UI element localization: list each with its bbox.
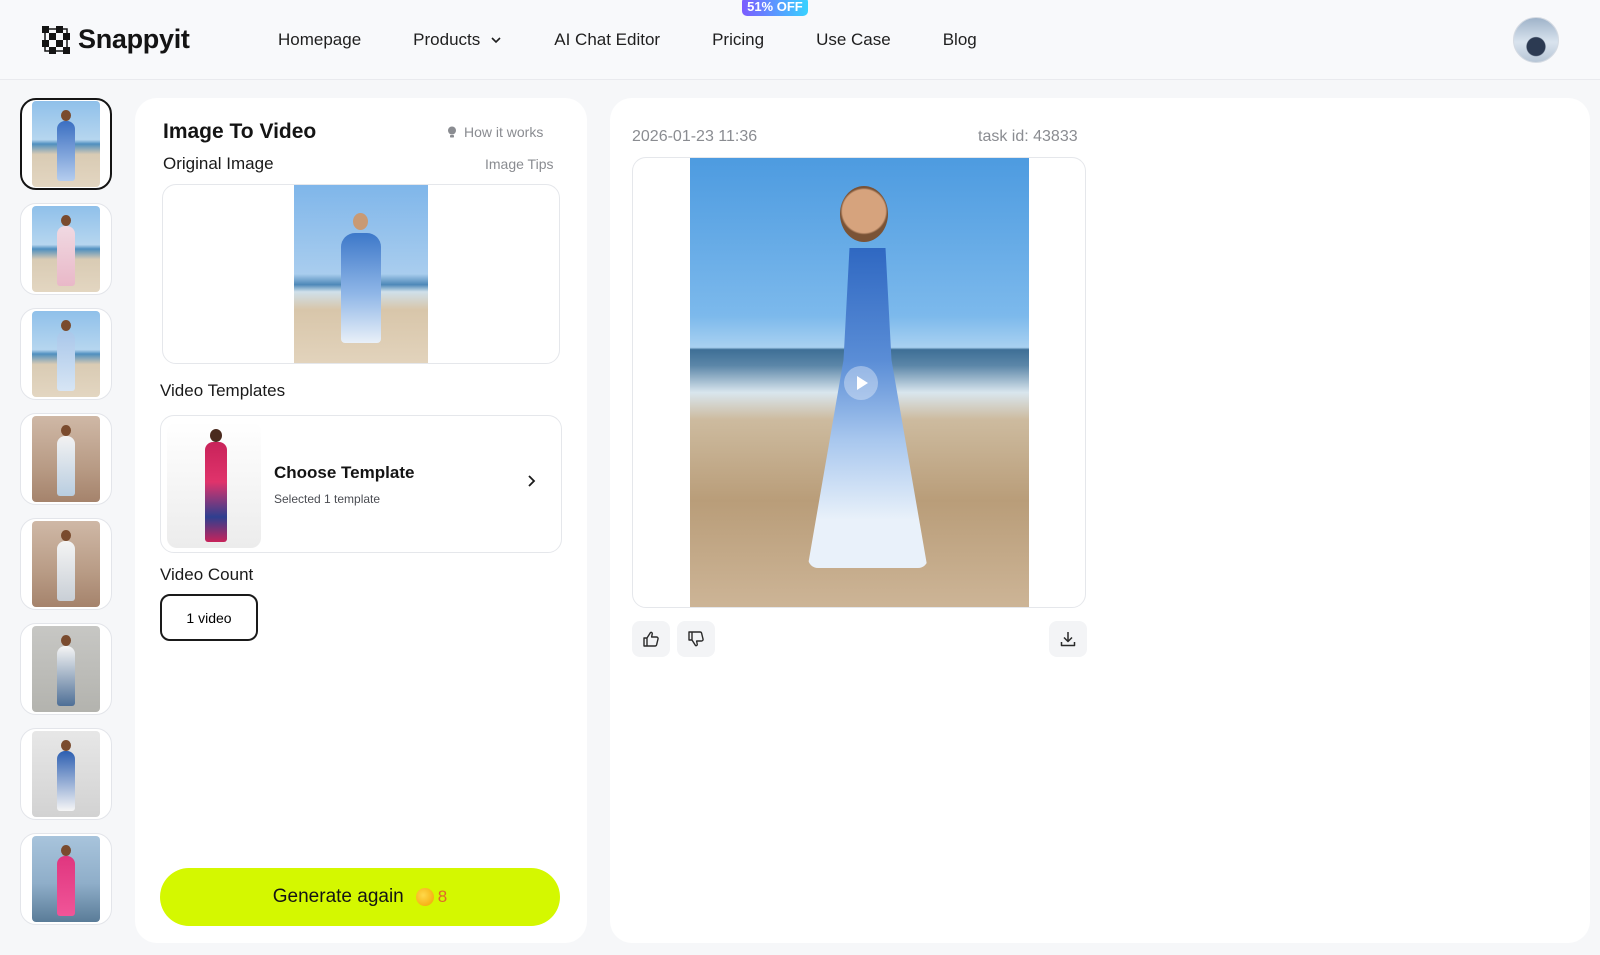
result-timestamp: 2026-01-23 11:36 (632, 128, 758, 145)
thumbnail-image (32, 206, 100, 292)
result-panel: 2026-01-23 11:36 task id: 43833 (610, 98, 1590, 943)
thumbs-up-icon (643, 631, 659, 647)
template-title: Choose Template (274, 463, 415, 482)
thumbnail-image (32, 836, 100, 922)
nav-ai-chat-editor-label: AI Chat Editor (554, 30, 661, 49)
image-tips-link[interactable]: Image Tips (485, 156, 553, 172)
thumbnail-image (32, 626, 100, 712)
video-frame-figure (807, 248, 928, 568)
credit-cost-value: 8 (437, 887, 448, 906)
top-navigation-bar: Snappyit Homepage Products AI Chat Edito… (0, 0, 1600, 80)
dislike-button[interactable] (677, 621, 715, 657)
video-frame (689, 158, 1029, 607)
how-it-works-label: How it works (464, 124, 544, 140)
history-thumbnail[interactable] (20, 833, 112, 925)
thumbnail-image (32, 521, 100, 607)
generate-again-label: Generate again (272, 886, 404, 907)
generate-again-button[interactable]: Generate again 8 (160, 868, 560, 926)
credit-cost: 8 (415, 887, 448, 907)
original-image-upload[interactable] (162, 184, 560, 364)
generated-video-player[interactable] (632, 157, 1086, 608)
how-it-works-link[interactable]: How it works (445, 124, 543, 140)
brand-name: Snappyit (78, 24, 190, 54)
thumbnail-image (32, 101, 100, 187)
original-image-label: Original Image (163, 154, 274, 173)
main-nav: Homepage Products AI Chat Editor Pricing… (278, 0, 1029, 80)
history-thumbnail[interactable] (20, 518, 112, 610)
nav-homepage-label: Homepage (278, 30, 362, 49)
thumbnail-image (32, 311, 100, 397)
play-icon[interactable] (843, 366, 878, 400)
coin-icon (415, 888, 434, 906)
chevron-right-icon (528, 475, 536, 487)
video-frame-head (839, 186, 888, 242)
thumbnail-figure (57, 635, 75, 706)
history-thumbnail[interactable] (20, 623, 112, 715)
thumbnail-figure (57, 320, 75, 391)
download-button[interactable] (1049, 621, 1087, 657)
history-thumbnail[interactable] (20, 203, 112, 295)
discount-badge: 51% OFF (742, 0, 808, 16)
history-thumbnail[interactable] (20, 308, 112, 400)
nav-use-case[interactable]: Use Case (816, 30, 891, 50)
brand-logo[interactable]: Snappyit (42, 24, 190, 55)
nav-ai-chat-editor[interactable]: AI Chat Editor (554, 30, 660, 50)
thumbnail-figure (57, 740, 75, 811)
template-subtitle: Selected 1 template (274, 492, 381, 506)
thumbnail-figure (57, 110, 75, 181)
panel-title: Image To Video (163, 120, 317, 143)
download-icon (1060, 632, 1076, 647)
nav-products-label: Products (413, 30, 481, 49)
nav-pricing-label: Pricing (712, 30, 765, 49)
video-count-label: Video Count (160, 565, 254, 584)
thumbnail-image (32, 416, 100, 502)
image-to-video-panel: Image To Video How it works Original Ima… (135, 98, 587, 943)
original-image (294, 185, 428, 363)
original-image-figure (341, 213, 381, 343)
thumbnail-figure (57, 215, 75, 286)
checker-logo-icon (42, 25, 70, 54)
video-count-option[interactable]: 1 video (160, 594, 258, 641)
history-thumbnail[interactable] (20, 728, 112, 820)
thumbnail-figure (57, 845, 75, 916)
user-avatar[interactable] (1513, 17, 1559, 63)
task-id: task id: 43833 (978, 128, 1078, 145)
template-preview-image (167, 422, 261, 548)
history-thumbnail-rail (20, 98, 114, 938)
lightbulb-icon (448, 126, 456, 138)
history-thumbnail[interactable] (20, 413, 112, 505)
thumbnail-figure (57, 530, 75, 601)
thumbnail-figure (57, 425, 75, 496)
thumbnail-image (32, 731, 100, 817)
video-templates-label: Video Templates (160, 381, 286, 400)
nav-pricing[interactable]: Pricing 51% OFF (712, 0, 808, 50)
nav-products[interactable]: Products (413, 30, 502, 50)
choose-template-card[interactable]: Choose Template Selected 1 template (160, 415, 562, 553)
history-thumbnail[interactable] (20, 98, 112, 190)
nav-blog[interactable]: Blog (943, 30, 977, 50)
nav-homepage[interactable]: Homepage (278, 30, 361, 50)
nav-use-case-label: Use Case (816, 30, 891, 49)
template-figure (205, 429, 227, 542)
chevron-down-icon (491, 37, 501, 44)
like-button[interactable] (632, 621, 670, 657)
nav-blog-label: Blog (942, 30, 977, 49)
thumbs-down-icon (688, 631, 704, 647)
